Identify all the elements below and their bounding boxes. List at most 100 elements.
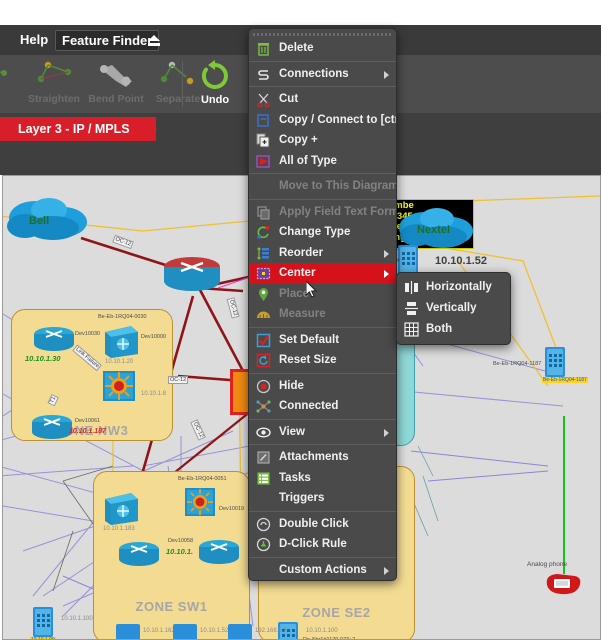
menu-separator xyxy=(249,444,396,445)
undo-icon xyxy=(195,82,235,94)
chevron-right-icon xyxy=(384,250,389,258)
menu-item-connections[interactable]: Connections xyxy=(249,64,396,85)
menu-item-place: Place xyxy=(249,284,396,305)
cloud-label-nextel: Nextel xyxy=(417,224,450,236)
submenu-item-both[interactable]: Both xyxy=(397,319,510,340)
menu-label-attachments: Attachments xyxy=(279,451,349,463)
copy-link-icon xyxy=(256,113,271,128)
menu-label-view: View xyxy=(279,426,305,438)
menu-item-change-type[interactable]: Change Type xyxy=(249,222,396,243)
router-dev10061[interactable] xyxy=(31,414,73,440)
menu-item-copy-connect[interactable]: Copy / Connect to [ctrl-c] xyxy=(249,110,396,131)
ip-label-bottom-3: 192.168.0.2 xyxy=(255,628,287,634)
submenu-label-horizontally: Horizontally xyxy=(426,281,492,293)
menu-item-feature-finder[interactable]: Feature Finder xyxy=(55,30,159,51)
phone-node-left[interactable] xyxy=(31,606,55,638)
menu-item-connected[interactable]: Connected xyxy=(249,396,396,417)
menu-item-cut[interactable]: Cut xyxy=(249,89,396,110)
eye-icon xyxy=(256,425,271,440)
window-top-strip xyxy=(0,0,601,25)
align-vertical-icon xyxy=(404,301,419,316)
attachment-icon xyxy=(256,450,271,465)
menu-label-tasks: Tasks xyxy=(279,472,311,484)
small-phone-3[interactable] xyxy=(228,624,252,640)
small-phone-2[interactable] xyxy=(173,624,197,640)
menu-label-double-click: Double Click xyxy=(279,518,349,530)
ribbon-button-undo[interactable]: Undo xyxy=(186,59,244,106)
menu-item-double-click[interactable]: Double Click xyxy=(249,514,396,535)
menu-label-delete: Delete xyxy=(279,42,314,54)
node-label-be-eb-1rq04-1187: Be-Eb-1RQ04-1187 xyxy=(493,361,541,367)
node-label-dev10000: Dev10000 xyxy=(141,334,166,340)
small-phone-1[interactable] xyxy=(116,624,140,640)
ip-label-10-10-1-20: 10.10.1.20 xyxy=(105,359,133,365)
connections-icon xyxy=(256,67,271,82)
double-click-icon xyxy=(256,517,271,532)
node-label-analog-phone: Analog phone xyxy=(527,561,567,568)
menu-label-d-click-rule: D-Click Rule xyxy=(279,538,347,550)
zone-label-se2: ZONE SE2 xyxy=(259,605,414,620)
menu-item-reorder[interactable]: Reorder xyxy=(249,243,396,264)
menu-item-reset-size[interactable]: Reset Size xyxy=(249,350,396,371)
context-menu-drag-handle[interactable] xyxy=(253,31,392,38)
ip-label-10-10-1: 10.10.1. xyxy=(166,547,193,556)
menu-item-help[interactable]: Help xyxy=(14,30,54,49)
copy-plus-icon xyxy=(256,133,271,148)
menu-item-attachments[interactable]: Attachments xyxy=(249,447,396,468)
switch-sw1-a[interactable] xyxy=(101,491,139,525)
router-dev10058[interactable] xyxy=(198,539,240,565)
center-submenu[interactable]: Horizontally Vertically Both xyxy=(396,272,511,345)
ip-label-10-10-1-183: 10.10.1.183 xyxy=(103,526,135,532)
submenu-item-vertically[interactable]: Vertically xyxy=(397,298,510,319)
menu-label-place: Place xyxy=(279,288,309,300)
link-label-oc12-c: OC-12 xyxy=(168,376,188,384)
change-type-icon xyxy=(256,225,271,240)
layer-tag[interactable]: Layer 3 - IP / MPLS xyxy=(0,117,156,141)
menu-item-tasks[interactable]: Tasks xyxy=(249,468,396,489)
analog-phone-node[interactable] xyxy=(543,571,583,597)
menu-item-center[interactable]: Center xyxy=(249,263,396,284)
ip-label-left-phone: 10.10.1.100 xyxy=(61,616,93,622)
menu-label-change-type: Change Type xyxy=(279,226,350,238)
menu-item-custom-actions[interactable]: Custom Actions xyxy=(249,560,396,581)
align-both-icon xyxy=(404,322,419,337)
submenu-item-horizontally[interactable]: Horizontally xyxy=(397,277,510,298)
align-horizontal-icon xyxy=(404,280,419,295)
zone-label-sw1: ZONE SW1 xyxy=(94,599,249,614)
menu-item-view[interactable]: View xyxy=(249,422,396,443)
core-router[interactable] xyxy=(163,256,221,294)
menu-label-set-default: Set Default xyxy=(279,334,339,346)
router-sw1-b[interactable] xyxy=(118,541,160,567)
menu-item-apply-field-text-format: Apply Field Text Format xyxy=(249,202,396,223)
ip-label-10-10-1-100: 10.10.1.100 xyxy=(306,628,338,634)
ip-label-10-10-1-30: 10.10.1.30 xyxy=(25,354,60,363)
menu-item-all-of-type[interactable]: All of Type xyxy=(249,151,396,172)
menu-item-triggers[interactable]: Triggers xyxy=(249,488,396,509)
firewall-sw1[interactable] xyxy=(183,486,217,518)
firewall-node[interactable] xyxy=(101,369,137,403)
menu-label-apply-field-text-format: Apply Field Text Format xyxy=(279,206,397,218)
cloud-bell[interactable]: Bell xyxy=(5,196,93,253)
menu-item-delete[interactable]: Delete xyxy=(249,38,396,59)
dclick-rule-icon xyxy=(256,537,271,552)
chevron-right-icon xyxy=(384,567,389,575)
menu-item-set-default[interactable]: Set Default xyxy=(249,330,396,351)
ip-label-10-10-1-8: 10.10.1.8 xyxy=(141,391,166,397)
context-menu[interactable]: Delete Connections Cut Copy / Connect to… xyxy=(248,28,397,581)
menu-label-copy-plus: Copy + xyxy=(279,134,318,146)
menu-item-copy-plus[interactable]: Copy + xyxy=(249,130,396,151)
router-dev10030[interactable] xyxy=(33,326,75,352)
menu-separator xyxy=(249,199,396,200)
eject-icon[interactable] xyxy=(146,34,162,48)
ribbon-divider xyxy=(182,61,183,107)
menu-item-hide[interactable]: Hide xyxy=(249,376,396,397)
measure-icon xyxy=(256,307,271,322)
menu-separator xyxy=(249,511,396,512)
menu-label-hide: Hide xyxy=(279,380,304,392)
submenu-label-vertically: Vertically xyxy=(426,302,477,314)
ribbon-label-undo: Undo xyxy=(201,94,229,106)
switch-dev10000[interactable] xyxy=(101,324,139,358)
phone-node-right[interactable] xyxy=(543,346,567,378)
menu-separator xyxy=(249,373,396,374)
menu-item-d-click-rule[interactable]: D-Click Rule xyxy=(249,534,396,555)
